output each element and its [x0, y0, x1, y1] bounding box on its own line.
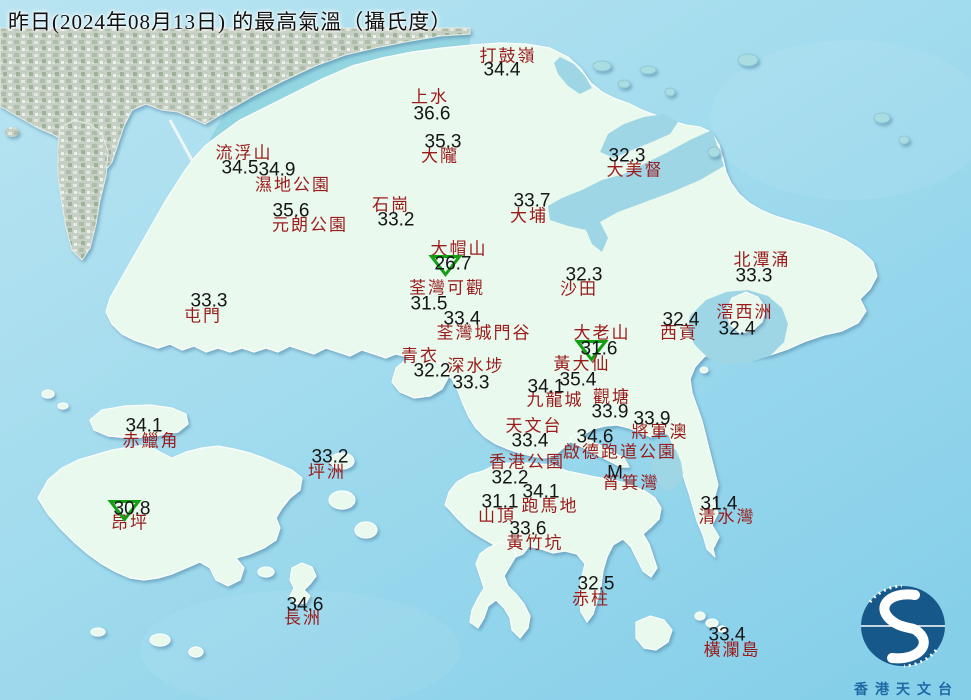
stations-layer: 打鼓嶺 34.4 上水 36.6 大隴 35.3 大美督 32.3 流浮山 34… — [0, 0, 971, 700]
station-value: 35.6 — [273, 202, 310, 221]
station-value: 33.9 — [592, 403, 629, 422]
station-value: 33.6 — [510, 520, 547, 539]
station-value: 33.3 — [453, 374, 490, 393]
station-value-text: 34.9 — [258, 159, 296, 181]
station-value: 34.5 — [222, 159, 259, 178]
station-value-text: 34.6 — [576, 426, 614, 448]
hko-logo: 香港天文台 HONG KONG OBSERVATORY — [840, 580, 966, 700]
station-value-text: 26.7 — [434, 253, 472, 275]
station-value-text: 33.3 — [452, 372, 490, 394]
station-value: 33.3 — [191, 292, 228, 311]
station-value: 33.4 — [444, 310, 481, 329]
station-value: 33.4 — [512, 432, 549, 451]
station-value-text: 32.3 — [608, 145, 646, 167]
station-value: 35.3 — [425, 133, 462, 152]
station-value: 32.3 — [566, 266, 603, 285]
station-value-text: 32.2 — [413, 360, 451, 382]
station-value: 33.7 — [514, 192, 551, 211]
station-value-text: M — [607, 462, 623, 484]
station-value-text: 33.2 — [311, 446, 349, 468]
station-value: 33.2 — [312, 448, 349, 467]
station-value: 33.9 — [634, 410, 671, 429]
station-value-text: 36.6 — [413, 103, 451, 125]
station-value-text: 33.3 — [190, 290, 228, 312]
station-value-text: 31.1 — [481, 491, 519, 513]
station-value: 34.1 — [523, 483, 560, 502]
hko-logo-icon — [861, 584, 945, 668]
station-value: 33.3 — [736, 267, 773, 286]
station-value-text: 33.3 — [735, 265, 773, 287]
station-value-text: 31.4 — [700, 493, 738, 515]
station-value: 33.4 — [709, 626, 746, 645]
station-value-text: 34.1 — [522, 481, 560, 503]
weather-map-page: 昨日(2024年08月13日) 的最高氣溫（攝氏度） 打鼓嶺 34.4 上水 3… — [0, 0, 971, 700]
station-value: 33.2 — [378, 211, 415, 230]
station-value-text: 34.1 — [125, 415, 163, 437]
station-value-text: 35.4 — [559, 369, 597, 391]
station-value: 34.6 — [577, 428, 614, 447]
station-value: 34.4 — [484, 61, 521, 80]
station-value-text: 34.6 — [286, 594, 324, 616]
station-value-text: 33.4 — [511, 430, 549, 452]
station-value: M — [607, 464, 623, 483]
station-value: 30.8 — [107, 498, 151, 522]
station-value: 31.5 — [411, 295, 448, 314]
station-value-text: 35.3 — [424, 131, 462, 153]
station-value-text: 33.6 — [509, 518, 547, 540]
station-value-text: 33.4 — [443, 308, 481, 330]
station-value-text: 33.2 — [377, 209, 415, 231]
station-value: 32.3 — [609, 147, 646, 166]
station-value: 31.1 — [482, 493, 519, 512]
station-value-text: 32.3 — [565, 264, 603, 286]
station-value-text: 33.9 — [591, 401, 629, 423]
station-value-text: 35.6 — [272, 200, 310, 222]
station-value: 32.4 — [719, 320, 756, 339]
hko-logo-name-zh: 香港天文台 — [854, 683, 959, 698]
station-value-text: 32.4 — [662, 309, 700, 331]
station-value-text: 32.4 — [718, 318, 756, 340]
station-value: 32.4 — [663, 311, 700, 330]
station-value-text: 33.4 — [708, 624, 746, 646]
station-value-text: 33.9 — [633, 408, 671, 430]
station-value: 34.9 — [259, 161, 296, 180]
station-value: 32.2 — [414, 362, 451, 381]
station-value: 36.6 — [414, 105, 451, 124]
station-value-text: 32.5 — [577, 573, 615, 595]
station-value: 31.4 — [701, 495, 738, 514]
station-value: 35.4 — [560, 371, 597, 390]
station-value: 34.1 — [126, 417, 163, 436]
station-value: 32.5 — [578, 575, 615, 594]
station-value-text: 34.5 — [221, 157, 259, 179]
station-value-text: 30.8 — [113, 498, 151, 520]
station-value-text: 34.1 — [527, 376, 565, 398]
station-value: 26.7 — [428, 253, 472, 277]
station-value: 34.1 — [528, 378, 565, 397]
station-value-text: 31.5 — [410, 293, 448, 315]
station-value-text: 34.4 — [483, 59, 521, 81]
station-value-text: 33.7 — [513, 190, 551, 212]
station-value: 34.6 — [287, 596, 324, 615]
